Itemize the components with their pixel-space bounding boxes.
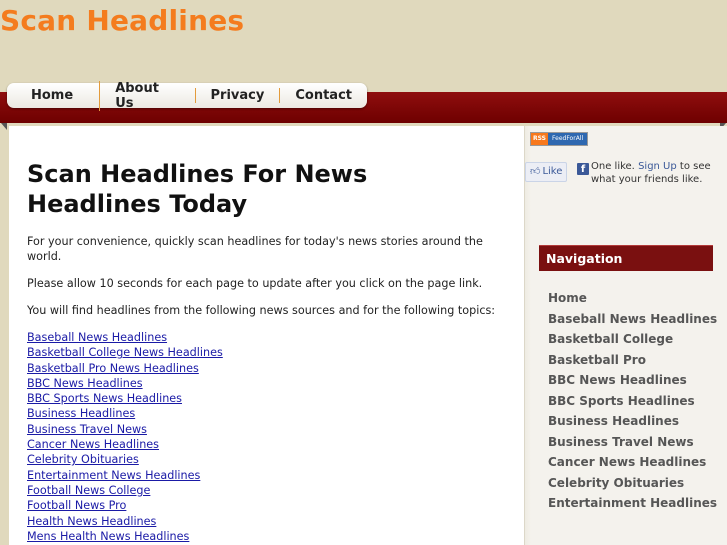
instruction-paragraph: Please allow 10 seconds for each page to… xyxy=(27,277,483,290)
list-item: Basketball Pro News Headlines xyxy=(27,361,223,376)
link-football-college[interactable]: Football News College xyxy=(27,484,150,497)
sidebar-item-bbc-sports[interactable]: BBC Sports Headlines xyxy=(548,394,727,410)
tab-about-us[interactable]: About Us xyxy=(99,80,194,111)
link-baseball-news[interactable]: Baseball News Headlines xyxy=(27,331,167,344)
list-item: Mens Health News Headlines xyxy=(27,529,223,544)
list-item: Basketball College News Headlines xyxy=(27,345,223,360)
main-content: Scan Headlines For News Headlines Today … xyxy=(9,126,524,545)
headline-links: Baseball News Headlines Basketball Colle… xyxy=(27,330,223,544)
tab-privacy[interactable]: Privacy xyxy=(194,88,280,103)
sidebar: RSS FeedForAll 👍︎ Like f One like. Sign U… xyxy=(524,126,727,545)
intro-paragraph: For your convenience, quickly scan headl… xyxy=(27,235,483,263)
sidebar-item-celebrity[interactable]: Celebrity Obituaries xyxy=(548,476,727,492)
link-football-pro[interactable]: Football News Pro xyxy=(27,499,126,512)
sidebar-item-business[interactable]: Business Headlines xyxy=(548,414,727,430)
sidebar-nav-list: Home Baseball News Headlines Basketball … xyxy=(548,291,727,517)
sidebar-item-basketball-college[interactable]: Basketball College xyxy=(548,332,727,348)
link-celebrity-obituaries[interactable]: Celebrity Obituaries xyxy=(27,453,139,466)
link-mens-health-news[interactable]: Mens Health News Headlines xyxy=(27,530,189,543)
like-label: Like xyxy=(542,166,563,177)
link-cancer-news[interactable]: Cancer News Headlines xyxy=(27,438,159,451)
link-health-news[interactable]: Health News Headlines xyxy=(27,515,156,528)
sources-paragraph: You will find headlines from the followi… xyxy=(27,304,496,317)
sidebar-item-cancer[interactable]: Cancer News Headlines xyxy=(548,455,727,471)
main-nav: Home About Us Privacy Contact xyxy=(7,80,367,111)
sidebar-item-basketball-pro[interactable]: Basketball Pro xyxy=(548,353,727,369)
corner-fold-left xyxy=(1,123,7,130)
link-basketball-college[interactable]: Basketball College News Headlines xyxy=(27,346,223,359)
site-title[interactable]: Scan Headlines xyxy=(0,4,244,37)
thumbs-up-icon: 👍︎ xyxy=(530,166,541,177)
facebook-icon: f xyxy=(577,163,589,175)
list-item: Football News College xyxy=(27,483,223,498)
link-business-headlines[interactable]: Business Headlines xyxy=(27,407,135,420)
list-item: BBC Sports News Headlines xyxy=(27,391,223,406)
page-heading: Scan Headlines For News Headlines Today xyxy=(27,160,368,218)
feedforall-label: FeedForAll xyxy=(548,133,588,145)
list-item: Baseball News Headlines xyxy=(27,330,223,345)
navigation-heading: Navigation xyxy=(539,245,713,271)
link-business-travel[interactable]: Business Travel News xyxy=(27,423,147,436)
facebook-like-button[interactable]: 👍︎ Like xyxy=(525,162,567,182)
link-basketball-pro[interactable]: Basketball Pro News Headlines xyxy=(27,362,199,375)
list-item: Football News Pro xyxy=(27,498,223,513)
list-item: Health News Headlines xyxy=(27,514,223,529)
rss-label: RSS xyxy=(531,133,548,145)
list-item: Business Headlines xyxy=(27,406,223,421)
list-item: Celebrity Obituaries xyxy=(27,452,223,467)
sidebar-item-entertainment[interactable]: Entertainment Headlines xyxy=(548,496,727,512)
link-bbc-sports[interactable]: BBC Sports News Headlines xyxy=(27,392,182,405)
tab-home[interactable]: Home xyxy=(7,88,99,103)
list-item: Cancer News Headlines xyxy=(27,437,223,452)
link-entertainment-news[interactable]: Entertainment News Headlines xyxy=(27,469,200,482)
list-item: Business Travel News xyxy=(27,422,223,437)
signup-link[interactable]: Sign Up xyxy=(638,161,677,172)
sidebar-item-bbc-news[interactable]: BBC News Headlines xyxy=(548,373,727,389)
sidebar-item-business-travel[interactable]: Business Travel News xyxy=(548,435,727,451)
rss-feed-badge[interactable]: RSS FeedForAll xyxy=(530,132,589,146)
list-item: BBC News Headlines xyxy=(27,376,223,391)
sidebar-item-baseball[interactable]: Baseball News Headlines xyxy=(548,312,727,328)
link-bbc-news[interactable]: BBC News Headlines xyxy=(27,377,143,390)
list-item: Entertainment News Headlines xyxy=(27,468,223,483)
sidebar-item-home[interactable]: Home xyxy=(548,291,727,307)
like-count-text: One like. xyxy=(591,161,635,172)
tab-contact[interactable]: Contact xyxy=(279,88,367,103)
facebook-like-text: One like. Sign Up to see what your frien… xyxy=(591,161,726,186)
